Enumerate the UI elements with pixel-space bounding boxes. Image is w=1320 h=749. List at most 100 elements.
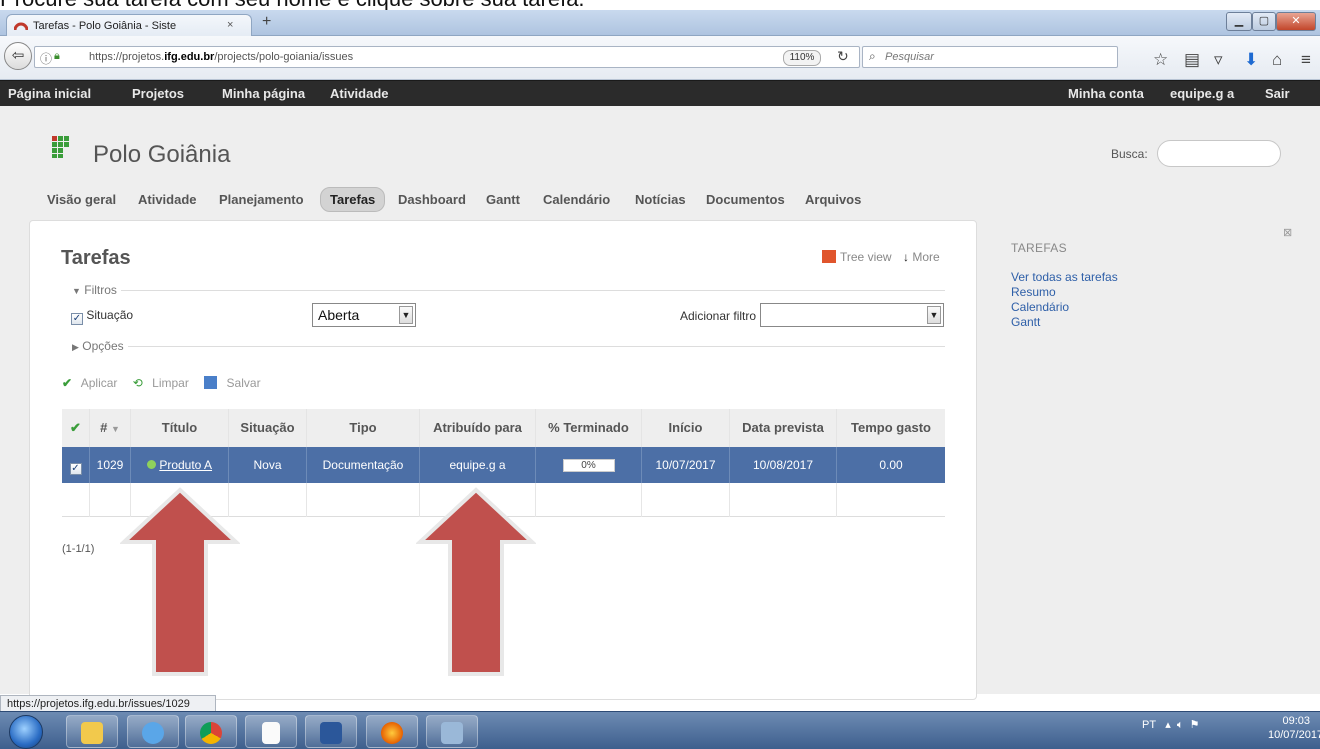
firefox-icon	[381, 722, 403, 744]
taskbar-firefox[interactable]	[366, 715, 418, 748]
filters-legend[interactable]: ▼ Filtros	[62, 283, 121, 297]
sidebar-link-gantt[interactable]: Gantt	[1011, 315, 1040, 329]
reload-icon[interactable]: ↻	[837, 48, 849, 65]
issue-spent-time: 0.00	[879, 458, 903, 472]
pocket-icon[interactable]: ▿	[1214, 50, 1223, 70]
taskbar-explorer[interactable]	[66, 715, 118, 748]
top-menu-home[interactable]: Página inicial	[8, 86, 91, 101]
sidebar-link-summary[interactable]: Resumo	[1011, 285, 1056, 299]
apply-button[interactable]: ✔ Aplicar	[62, 376, 123, 390]
minimize-button[interactable]: ▁	[1226, 12, 1252, 31]
clock[interactable]: 09:03 10/07/2017	[1268, 714, 1320, 742]
browser-search-input[interactable]: ⌕ Pesquisar	[862, 46, 1118, 68]
sidebar-close-icon[interactable]: ⊠	[1283, 226, 1292, 239]
browser-tab[interactable]: Tarefas - Polo Goiânia - Siste ×	[6, 14, 252, 37]
add-filter-label: Adicionar filtro	[680, 309, 757, 323]
bookmarks-library-icon[interactable]: ▤	[1184, 50, 1200, 70]
flag-icon[interactable]: ⚑	[1190, 719, 1200, 731]
query-actions: ✔ Aplicar ⟲ Limpar Salvar	[62, 376, 273, 390]
language-indicator[interactable]: PT	[1142, 719, 1156, 731]
tab-overview[interactable]: Visão geral	[47, 192, 116, 207]
taskbar-safari[interactable]	[127, 715, 179, 748]
annotation-arrow-icon	[120, 487, 240, 676]
top-menu-activity[interactable]: Atividade	[330, 86, 389, 101]
arrow-down-icon: ↓	[903, 250, 909, 264]
tray-up-icon[interactable]: ▴	[1165, 719, 1171, 731]
tab-dashboard[interactable]: Dashboard	[398, 192, 466, 207]
bookmark-star-icon[interactable]: ☆	[1153, 50, 1168, 70]
start-button-icon[interactable]	[9, 715, 43, 749]
issue-assignee[interactable]: equipe.g a	[420, 447, 536, 483]
search-placeholder: Pesquisar	[885, 51, 934, 63]
info-icon[interactable]: ⓘ	[40, 50, 52, 67]
column-header-id[interactable]: # ▼	[90, 409, 131, 447]
column-header-title[interactable]: Título	[131, 409, 229, 447]
column-header-status[interactable]: Situação	[229, 409, 307, 447]
menu-icon[interactable]: ≡	[1301, 50, 1311, 70]
maximize-button[interactable]: ▢	[1252, 12, 1276, 31]
add-filter-select[interactable]: ▼	[760, 303, 944, 327]
collapse-arrow-icon: ▼	[72, 286, 81, 296]
document-icon	[262, 722, 280, 744]
empty-cell	[536, 483, 642, 517]
tree-view-icon	[822, 250, 836, 263]
column-header-spent[interactable]: Tempo gasto	[837, 409, 945, 447]
window-controls: ▁ ▢ ✕	[1226, 12, 1318, 32]
search-icon: ⌕	[869, 49, 876, 63]
top-menu-logout[interactable]: Sair	[1265, 86, 1290, 101]
column-header-done[interactable]: % Terminado	[536, 409, 642, 447]
clear-button[interactable]: ⟲ Limpar	[133, 376, 195, 390]
column-header-start[interactable]: Início	[642, 409, 730, 447]
pagination-count: (1-1/1)	[62, 543, 95, 555]
sidebar-link-calendar[interactable]: Calendário	[1011, 300, 1069, 314]
column-header-assignee[interactable]: Atribuído para	[420, 409, 536, 447]
options-legend[interactable]: ▶ Opções	[62, 339, 128, 353]
more-link[interactable]: ↓ More	[903, 250, 940, 264]
tab-activity[interactable]: Atividade	[138, 192, 197, 207]
taskbar-app[interactable]	[426, 715, 478, 748]
volume-icon[interactable]: 🔈︎	[1177, 719, 1184, 731]
new-tab-button[interactable]: +	[262, 13, 271, 31]
browser-tab-title: Tarefas - Polo Goiânia - Siste	[33, 20, 177, 32]
tab-news[interactable]: Notícias	[635, 192, 686, 207]
issue-title-link[interactable]: Produto A	[159, 458, 212, 472]
sidebar-link-all-issues[interactable]: Ver todas as tarefas	[1011, 270, 1118, 284]
save-button[interactable]: Salvar	[204, 376, 266, 390]
empty-cell	[730, 483, 837, 517]
top-menu-my-account[interactable]: Minha conta	[1068, 86, 1144, 101]
top-menu-username[interactable]: equipe.g a	[1170, 86, 1234, 101]
column-header-due[interactable]: Data prevista	[730, 409, 837, 447]
home-icon[interactable]: ⌂	[1272, 50, 1282, 70]
tab-roadmap[interactable]: Planejamento	[219, 192, 304, 207]
download-icon[interactable]: ⬇	[1244, 50, 1258, 70]
column-header-tracker[interactable]: Tipo	[307, 409, 420, 447]
row-checkbox-icon: ✓	[69, 463, 82, 475]
issue-id[interactable]: 1029	[90, 447, 131, 483]
browser-navbar: ⇦ ⓘ 🔒︎ https://projetos.ifg.edu.br/proje…	[0, 36, 1320, 80]
zoom-indicator[interactable]: 110%	[783, 50, 821, 66]
close-window-button[interactable]: ✕	[1276, 12, 1316, 31]
row-checkbox[interactable]: ✓	[62, 447, 90, 483]
url-bar[interactable]: ⓘ 🔒︎ https://projetos.ifg.edu.br/project…	[34, 46, 860, 68]
tree-view-link[interactable]: Tree view	[822, 250, 892, 264]
reload-green-icon: ⟲	[132, 376, 143, 390]
tab-close-icon[interactable]: ×	[227, 19, 233, 31]
empty-cell	[229, 483, 307, 517]
tab-files[interactable]: Arquivos	[805, 192, 861, 207]
quick-search-input[interactable]	[1157, 140, 1281, 167]
taskbar-document[interactable]	[245, 715, 297, 748]
tab-documents[interactable]: Documentos	[706, 192, 785, 207]
filter-status-checkbox[interactable]: ✓	[71, 313, 83, 325]
tab-calendar[interactable]: Calendário	[543, 192, 610, 207]
taskbar-word[interactable]	[305, 715, 357, 748]
top-menu-projects[interactable]: Projetos	[132, 86, 184, 101]
back-button[interactable]: ⇦	[4, 42, 32, 70]
save-disk-icon	[204, 376, 218, 389]
tab-issues[interactable]: Tarefas	[320, 187, 386, 212]
filter-status-select[interactable]: Aberta ▼	[312, 303, 416, 327]
check-icon: ✔	[70, 420, 81, 435]
tab-gantt[interactable]: Gantt	[486, 192, 520, 207]
top-menu-my-page[interactable]: Minha página	[222, 86, 305, 101]
taskbar-chrome[interactable]	[185, 715, 237, 748]
column-header-checkbox[interactable]: ✔	[62, 409, 90, 447]
